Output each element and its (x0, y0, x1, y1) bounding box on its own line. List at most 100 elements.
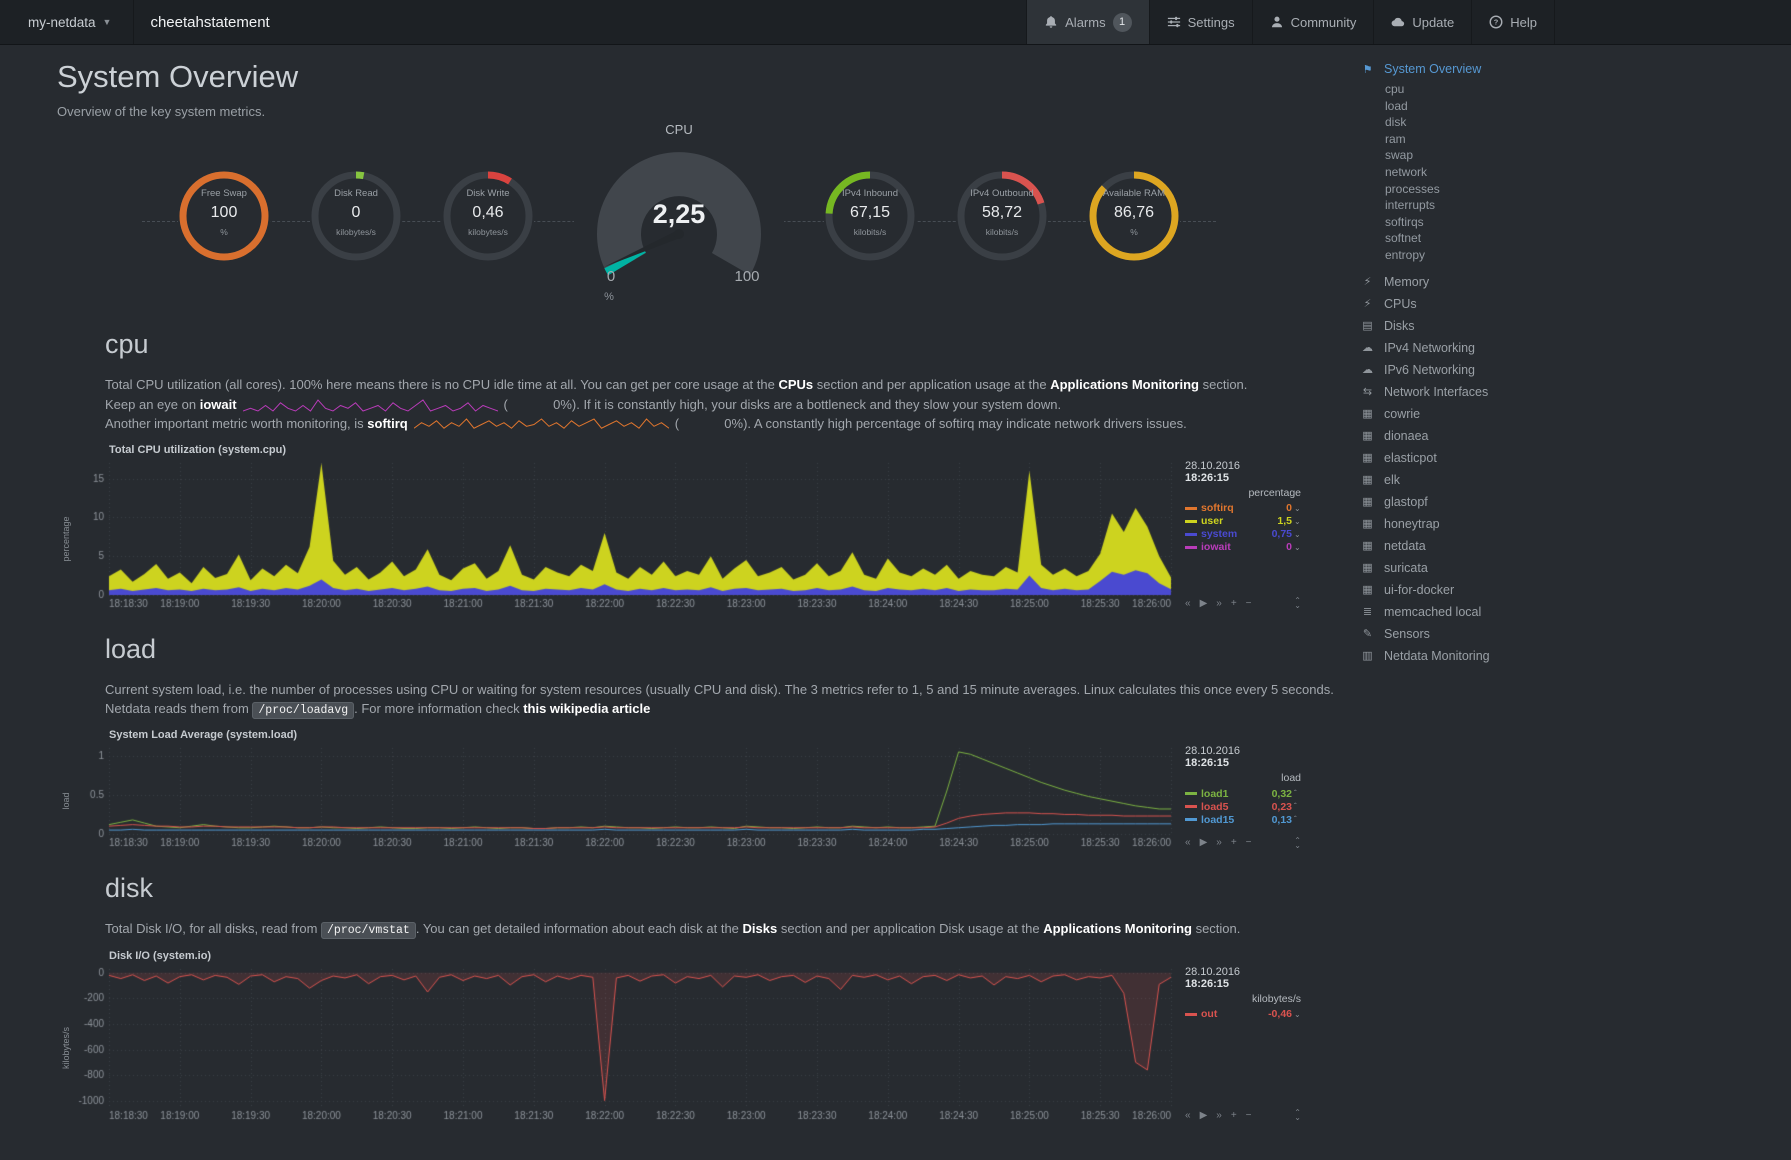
legend-trend-caret: ˆ (1294, 789, 1301, 798)
sidebar-item-dionaea[interactable]: ▦dionaea (1360, 425, 1780, 447)
sidebar-item-label: elasticpot (1384, 451, 1437, 465)
legend-unit: kilobytes/s (1185, 993, 1301, 1005)
sidebar-item-system-overview[interactable]: ⚑System Overview (1360, 58, 1780, 80)
sidebar-item-ipv4-networking[interactable]: ☁IPv4 Networking (1360, 337, 1780, 359)
pan-left-button[interactable]: « (1185, 1110, 1191, 1121)
sidebar-item-ipv6-networking[interactable]: ☁IPv6 Networking (1360, 359, 1780, 381)
resize-handle[interactable]: ⌃⌄ (1294, 1110, 1301, 1120)
legend-name: load5 (1201, 801, 1228, 813)
pan-left-button[interactable]: « (1185, 598, 1191, 609)
applications-monitoring-link[interactable]: Applications Monitoring (1043, 921, 1192, 936)
my-netdata-menu[interactable]: my-netdata ▼ (0, 0, 134, 44)
legend-value: 0,13 (1272, 814, 1292, 826)
community-button[interactable]: Community (1252, 0, 1374, 44)
legend-item-softirq[interactable]: softirq0⌄ (1185, 502, 1301, 515)
description-text: Current system load, i.e. the number of … (105, 682, 1334, 697)
zoom-in-button[interactable]: + (1231, 598, 1237, 609)
pan-right-button[interactable]: » (1216, 1110, 1222, 1121)
gauge-disk-write[interactable]: Disk Write0,46kilobytes/s (442, 170, 534, 262)
legend-item-load15[interactable]: load150,13ˆ (1185, 813, 1301, 826)
cpu-section: cpu Total CPU utilization (all cores). 1… (57, 329, 1355, 610)
disks-link[interactable]: Disks (743, 921, 778, 936)
sidebar-subitem-network[interactable]: network (1385, 165, 1780, 182)
sidebar-item-label: glastopf (1384, 495, 1428, 509)
sidebar-subitem-interrupts[interactable]: interrupts (1385, 198, 1780, 215)
applications-monitoring-link[interactable]: Applications Monitoring (1050, 377, 1199, 392)
cloud-icon (1391, 15, 1405, 29)
sidebar-item-label: CPUs (1384, 297, 1417, 311)
sidebar-item-cpus[interactable]: ⚡CPUs (1360, 293, 1780, 315)
question-circle-icon: ? (1489, 15, 1503, 29)
play-button[interactable]: ▶ (1200, 837, 1208, 848)
sidebar-nav: ⚑System Overview cpuloaddiskramswapnetwor… (1360, 58, 1780, 667)
zoom-in-button[interactable]: + (1231, 837, 1237, 848)
chart-canvas-cpu[interactable] (75, 458, 1175, 610)
cpu-gauge[interactable]: CPU 2,25 0 100 % (574, 122, 784, 310)
cpu-section-heading: cpu (105, 329, 1355, 360)
legend-item-out[interactable]: out-0,46⌄ (1185, 1008, 1301, 1021)
legend-item-load1[interactable]: load10,32ˆ (1185, 787, 1301, 800)
sidebar-subitem-ram[interactable]: ram (1385, 132, 1780, 149)
help-button[interactable]: ? Help (1471, 0, 1555, 44)
sidebar-subitem-entropy[interactable]: entropy (1385, 248, 1780, 265)
resize-handle[interactable]: ⌃⌄ (1294, 598, 1301, 608)
zoom-out-button[interactable]: − (1246, 1110, 1252, 1121)
sidebar-item-elasticpot[interactable]: ▦elasticpot (1360, 447, 1780, 469)
load-chart: load28.10.201618:26:15loadload10,32ˆload… (57, 743, 1355, 849)
wikipedia-article-link[interactable]: this wikipedia article (523, 701, 650, 716)
pan-left-button[interactable]: « (1185, 837, 1191, 848)
sidebar-item-netdata[interactable]: ▦netdata (1360, 535, 1780, 557)
sidebar-subitem-cpu[interactable]: cpu (1385, 82, 1780, 99)
chart-canvas-disk[interactable] (75, 964, 1175, 1122)
pan-right-button[interactable]: » (1216, 837, 1222, 848)
sidebar-item-ui-for-docker[interactable]: ▦ui-for-docker (1360, 579, 1780, 601)
sidebar-item-netdata-monitoring[interactable]: ▥Netdata Monitoring (1360, 645, 1780, 667)
gauge-free-swap[interactable]: Free Swap100% (178, 170, 270, 262)
sidebar-item-memory[interactable]: ⚡Memory (1360, 271, 1780, 293)
play-button[interactable]: ▶ (1200, 598, 1208, 609)
sidebar-item-disks[interactable]: ▤Disks (1360, 315, 1780, 337)
sliders-icon (1167, 15, 1181, 29)
sidebar-item-cowrie[interactable]: ▦cowrie (1360, 403, 1780, 425)
sidebar-item-glastopf[interactable]: ▦glastopf (1360, 491, 1780, 513)
legend-time: 18:26:15 (1185, 978, 1301, 990)
sidebar-subitem-load[interactable]: load (1385, 99, 1780, 116)
zoom-in-button[interactable]: + (1231, 1110, 1237, 1121)
legend-item-iowait[interactable]: iowait0⌄ (1185, 541, 1301, 554)
zoom-out-button[interactable]: − (1246, 598, 1252, 609)
gauge-title: Disk Read (310, 188, 402, 199)
gauge-available-ram[interactable]: Available RAM86,76% (1088, 170, 1180, 262)
sidebar-subitem-softnet[interactable]: softnet (1385, 231, 1780, 248)
cpus-link[interactable]: CPUs (778, 377, 813, 392)
update-button[interactable]: Update (1373, 0, 1471, 44)
chart-canvas-load[interactable] (75, 743, 1175, 849)
play-button[interactable]: ▶ (1200, 1110, 1208, 1121)
resize-handle[interactable]: ⌃⌄ (1294, 838, 1301, 848)
zoom-out-button[interactable]: − (1246, 837, 1252, 848)
legend-item-load5[interactable]: load50,23ˆ (1185, 800, 1301, 813)
sidebar-subitem-disk[interactable]: disk (1385, 115, 1780, 132)
sidebar-item-label: Disks (1384, 319, 1415, 333)
legend-item-user[interactable]: user1,5⌄ (1185, 515, 1301, 528)
sidebar-item-sensors[interactable]: ✎Sensors (1360, 623, 1780, 645)
gauge-disk-read[interactable]: Disk Read0kilobytes/s (310, 170, 402, 262)
gauge-ipv4-inbound[interactable]: IPv4 Inbound67,15kilobits/s (824, 170, 916, 262)
sidebar-item-suricata[interactable]: ▦suricata (1360, 557, 1780, 579)
pan-right-button[interactable]: » (1216, 598, 1222, 609)
sidebar-subitem-processes[interactable]: processes (1385, 182, 1780, 199)
sidebar-subitem-swap[interactable]: swap (1385, 148, 1780, 165)
sidebar-item-honeytrap[interactable]: ▦honeytrap (1360, 513, 1780, 535)
legend-item-system[interactable]: system0,75⌄ (1185, 528, 1301, 541)
settings-button[interactable]: Settings (1149, 0, 1252, 44)
gauge-ipv4-outbound[interactable]: IPv4 Outbound58,72kilobits/s (956, 170, 1048, 262)
sidebar-subitem-softirqs[interactable]: softirqs (1385, 215, 1780, 232)
sidebar-item-memcached-local[interactable]: ≣memcached local (1360, 601, 1780, 623)
gauge-value: 100 (178, 204, 270, 222)
community-label: Community (1291, 15, 1357, 30)
alarms-label: Alarms (1065, 15, 1105, 30)
sidebar-item-network-interfaces[interactable]: ⇆Network Interfaces (1360, 381, 1780, 403)
legend-value: 0,75 (1272, 528, 1292, 540)
sidebar-item-elk[interactable]: ▦elk (1360, 469, 1780, 491)
person-icon (1270, 15, 1284, 29)
alarms-button[interactable]: Alarms 1 (1026, 0, 1148, 44)
